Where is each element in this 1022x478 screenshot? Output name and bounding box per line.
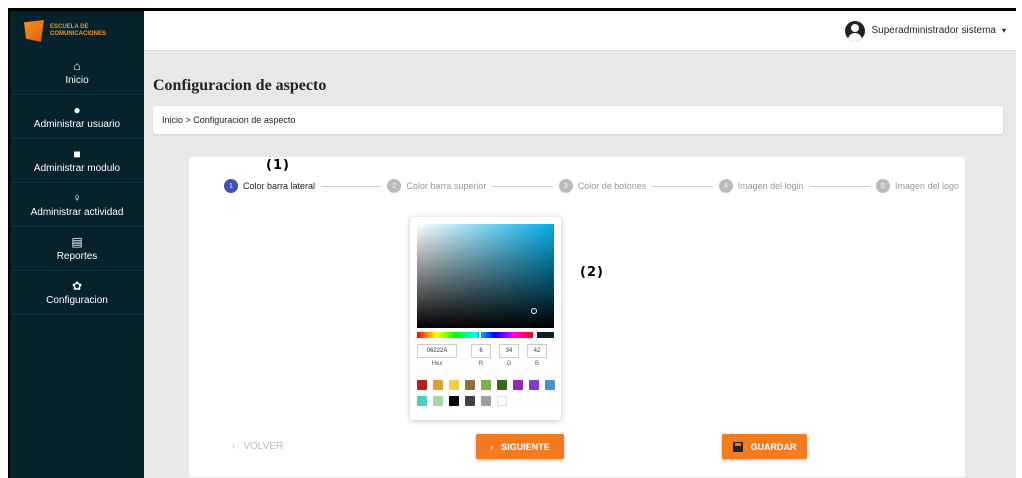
g-input[interactable]: 34 xyxy=(499,344,519,358)
step-imagen-del-login[interactable]: 4 Imagen del login xyxy=(718,179,804,193)
color-swatch[interactable] xyxy=(481,396,491,406)
color-picker: 06222A 6 34 42 Hex R G B xyxy=(410,217,561,420)
step-label: Color barra superior xyxy=(406,181,487,191)
back-button[interactable]: ‹ VOLVER xyxy=(232,441,283,452)
logo-mark-icon xyxy=(24,20,44,42)
sidebar-item-label: Administrar actividad xyxy=(30,206,124,218)
next-button-label: SIGUIENTE xyxy=(501,441,550,452)
color-swatch[interactable] xyxy=(481,380,491,390)
step-label: Imagen del logo xyxy=(894,181,960,191)
logo-line-1: ESCUELA DE xyxy=(50,24,89,30)
floppy-disk-icon xyxy=(732,441,743,452)
sidebar-item-configuracion[interactable]: ✿ Configuracion xyxy=(10,271,144,315)
logo-text: ESCUELA DE COMUNICACIONES xyxy=(50,24,106,38)
r-input[interactable]: 6 xyxy=(471,344,491,358)
hue-slider[interactable] xyxy=(417,331,533,339)
sidebar-item-label: Administrar usuario xyxy=(33,118,121,130)
b-label: B xyxy=(534,361,539,367)
sidebar-item-reportes[interactable]: ▤ Reportes xyxy=(10,227,144,271)
color-swatch[interactable] xyxy=(433,380,443,390)
sidebar-item-label: Reportes xyxy=(56,250,98,262)
hex-label: Hex xyxy=(431,361,443,367)
b-input[interactable]: 42 xyxy=(527,344,547,358)
color-swatch[interactable] xyxy=(497,380,507,390)
step-connector xyxy=(809,185,870,187)
user-icon: ● xyxy=(73,102,81,117)
logo[interactable]: ESCUELA DE COMUNICACIONES xyxy=(10,11,144,51)
step-number: 2 xyxy=(387,179,402,193)
sidebar-item-label: Configuracion xyxy=(46,294,108,306)
sidebar-item-administrar-actividad[interactable]: ♀ Administrar actividad xyxy=(10,183,144,227)
chevron-right-icon: › xyxy=(490,441,494,452)
module-icon: ■ xyxy=(73,146,81,161)
sidebar-item-label: Inicio xyxy=(65,74,89,86)
stepper: 1 Color barra lateral 2 Color barra supe… xyxy=(224,177,959,195)
color-swatch[interactable] xyxy=(417,380,427,390)
step-color-barra-lateral[interactable]: 1 Color barra lateral xyxy=(224,179,315,193)
step-imagen-del-logo[interactable]: 5 Imagen del logo xyxy=(875,179,960,193)
next-button[interactable]: › SIGUIENTE xyxy=(476,434,564,459)
sidebar-item-inicio[interactable]: ⌂ Inicio xyxy=(10,51,144,95)
config-card xyxy=(189,157,965,477)
step-label: Imagen del login xyxy=(737,181,804,191)
step-number: 4 xyxy=(718,179,733,193)
color-swatch[interactable] xyxy=(449,396,459,406)
color-swatch[interactable] xyxy=(513,380,523,390)
palette-icon: ✿ xyxy=(71,278,83,293)
color-swatch[interactable] xyxy=(545,380,555,390)
color-swatch[interactable] xyxy=(433,396,443,406)
saturation-cursor[interactable] xyxy=(531,308,537,314)
step-label: Color barra lateral xyxy=(243,181,316,191)
step-connector xyxy=(321,185,382,187)
sidebar-item-administrar-modulo[interactable]: ■ Administrar modulo xyxy=(10,139,144,183)
user-avatar-icon[interactable] xyxy=(845,20,866,41)
saturation-area[interactable] xyxy=(417,224,554,328)
swatch-grid xyxy=(417,380,557,406)
color-swatch[interactable] xyxy=(497,396,507,406)
sidebar-item-administrar-usuario[interactable]: ● Administrar usuario xyxy=(10,95,144,139)
step-number: 3 xyxy=(558,179,573,193)
step-number: 1 xyxy=(224,179,238,193)
step-label: Color de botones xyxy=(577,181,647,191)
color-swatch[interactable] xyxy=(449,380,459,390)
user-menu[interactable]: Superadministrador sistema xyxy=(871,25,996,36)
color-swatch[interactable] xyxy=(465,380,475,390)
step-connector xyxy=(492,185,553,187)
back-button-label: VOLVER xyxy=(243,441,284,452)
step-number: 5 xyxy=(875,179,890,193)
topbar: Superadministrador sistema ▾ xyxy=(144,11,1016,51)
annotation-picker-marker: (2) xyxy=(580,265,604,280)
logo-line-2: COMUNICACIONES xyxy=(50,31,107,37)
step-color-barra-superior[interactable]: 2 Color barra superior xyxy=(387,179,486,193)
hex-input[interactable]: 06222A xyxy=(417,344,457,358)
chevron-down-icon[interactable]: ▾ xyxy=(1002,26,1006,35)
color-swatch[interactable] xyxy=(529,380,539,390)
sidebar: ESCUELA DE COMUNICACIONES ⌂ Inicio ● Adm… xyxy=(10,11,144,478)
save-button-label: GUARDAR xyxy=(750,441,797,452)
page-title: Configuracion de aspecto xyxy=(153,77,327,94)
chevron-left-icon: ‹ xyxy=(232,441,236,452)
bulb-icon: ♀ xyxy=(72,190,82,205)
save-button[interactable]: GUARDAR xyxy=(722,434,807,459)
home-icon: ⌂ xyxy=(73,58,81,73)
breadcrumb: Inicio > Configuracion de aspecto xyxy=(153,106,1003,134)
document-icon: ▤ xyxy=(71,234,83,249)
g-label: G xyxy=(506,361,512,367)
step-color-de-botones[interactable]: 3 Color de botones xyxy=(558,179,647,193)
hue-slider-knob[interactable] xyxy=(479,331,481,339)
annotation-step-marker: (1) xyxy=(266,158,290,173)
color-preview xyxy=(537,332,554,338)
step-connector xyxy=(652,185,713,187)
r-label: R xyxy=(478,361,484,367)
sidebar-item-label: Administrar modulo xyxy=(33,162,121,174)
color-swatch[interactable] xyxy=(417,396,427,406)
color-swatch[interactable] xyxy=(465,396,475,406)
